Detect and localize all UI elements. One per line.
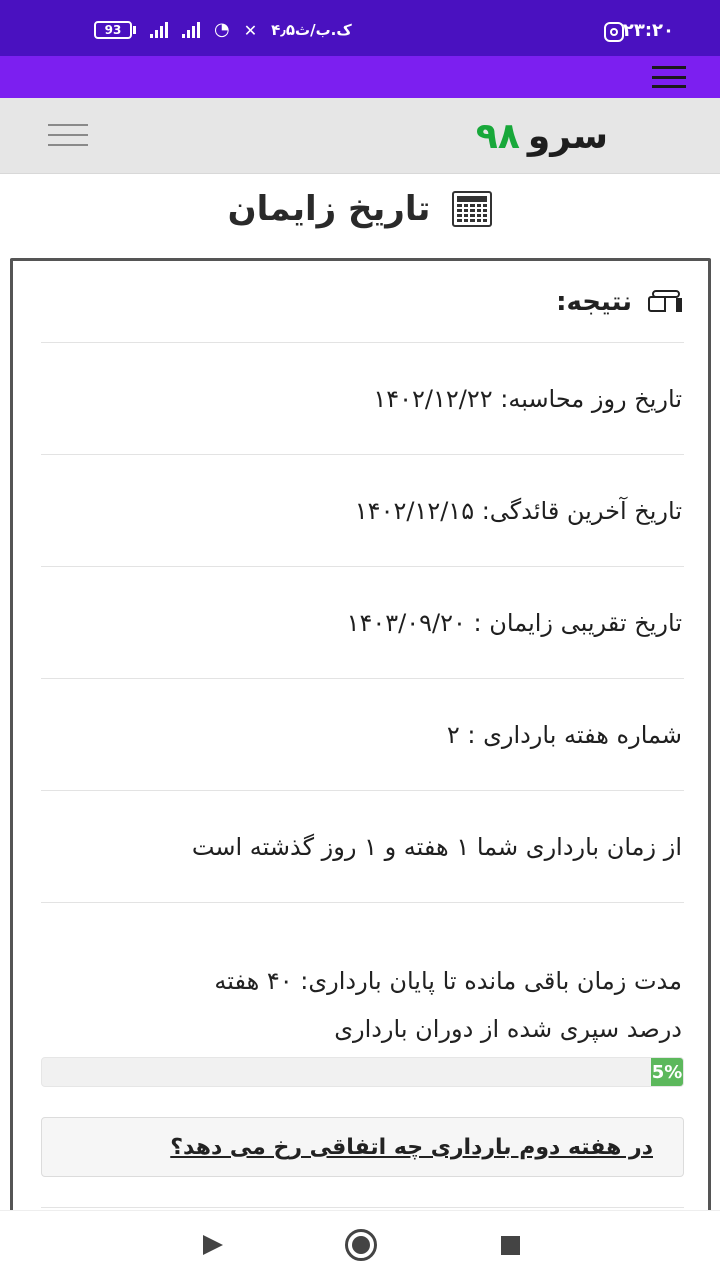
top-app-bar [0, 56, 720, 98]
hamburger-menu-icon[interactable] [48, 124, 88, 146]
site-header: سرو ۹۸ [0, 98, 720, 174]
elapsed-time-row: از زمان بارداری شما ۱ هفته و ۱ روز گذشته… [41, 791, 684, 903]
result-heading: نتیجه: [41, 261, 684, 343]
logo-number: ۹۸ [475, 116, 520, 157]
remaining-time: مدت زمان باقی مانده تا پایان بارداری: ۴۰… [214, 967, 682, 995]
clock: ۲۳:۲۰ [622, 20, 674, 41]
due-date-row: تاریخ تقریبی زایمان : ۱۴۰۳/۰۹/۲۰ [41, 567, 684, 679]
site-logo[interactable]: سرو ۹۸ [476, 116, 608, 157]
signal-icon [150, 22, 168, 38]
progress-fill: 5% [650, 1058, 683, 1086]
week-info-box: در هفته دوم بارداری چه اتفاقی رخ می دهد؟ [41, 1117, 684, 1177]
pregnancy-week-row: شماره هفته بارداری : ۲ [41, 679, 684, 791]
result-heading-text: نتیجه: [556, 286, 632, 317]
hand-pointing-icon [648, 289, 682, 314]
progress-label: درصد سپری شده از دوران بارداری [334, 1015, 682, 1043]
result-card: نتیجه: تاریخ روز محاسبه: ۱۴۰۲/۱۲/۲۲ تاری… [10, 258, 711, 1258]
signal-icon-2 [182, 22, 200, 38]
battery-level: 93 [94, 21, 132, 39]
battery-icon: 93 [94, 21, 136, 39]
pregnancy-progress-bar: 5% [41, 1057, 684, 1087]
mute-icon: ✕ [243, 20, 258, 40]
navigation-bar [0, 1210, 720, 1280]
page-title: تاریخ زایمان [0, 184, 720, 234]
back-icon[interactable] [203, 1235, 223, 1255]
status-left-icons: 93 ◔ ✕ ۴٫۵ک.ب/ث [94, 18, 352, 42]
status-bar: 93 ◔ ✕ ۴٫۵ک.ب/ث ۲۳:۲۰ [0, 0, 720, 56]
page-title-text: تاریخ زایمان [227, 189, 431, 229]
menu-icon[interactable] [652, 66, 686, 88]
network-speed: ۴٫۵ک.ب/ث [271, 21, 352, 39]
home-icon[interactable] [345, 1229, 377, 1261]
last-period-date-row: تاریخ آخرین قائدگی: ۱۴۰۲/۱۲/۱۵ [41, 455, 684, 567]
logo-text: سرو [527, 116, 608, 157]
instagram-icon [604, 22, 624, 42]
recent-apps-icon[interactable] [501, 1236, 520, 1255]
wifi-icon: ◔ [214, 19, 230, 40]
divider [41, 1207, 684, 1208]
week-info-link[interactable]: در هفته دوم بارداری چه اتفاقی رخ می دهد؟ [170, 1135, 653, 1160]
calculator-icon [452, 191, 493, 227]
calculation-date-row: تاریخ روز محاسبه: ۱۴۰۲/۱۲/۲۲ [41, 343, 684, 455]
